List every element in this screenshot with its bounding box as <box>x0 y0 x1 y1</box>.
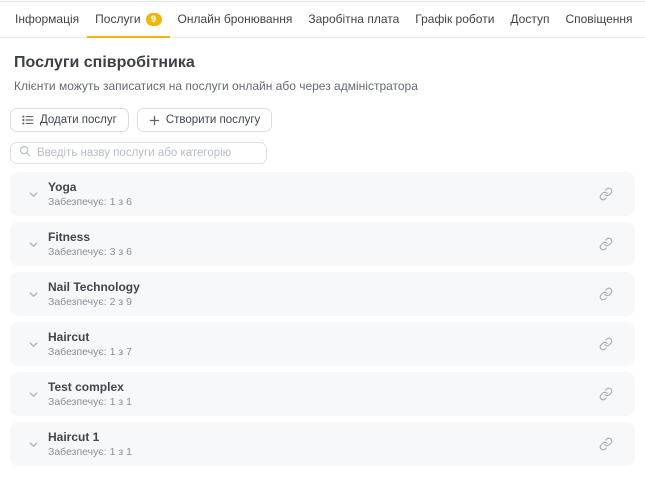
service-list: Yoga Забезпечує: 1 з 6 Fitness Забезпечу… <box>10 172 635 466</box>
page-title: Послуги співробітника <box>14 54 635 72</box>
tab-services[interactable]: Послуги 9 <box>87 2 169 38</box>
service-name: Nail Technology <box>48 280 599 294</box>
tab-notifications[interactable]: Сповіщення <box>557 2 640 38</box>
chevron-down-icon[interactable] <box>28 339 39 350</box>
service-name: Fitness <box>48 230 599 244</box>
content-area: Послуги співробітника Клієнти можуть зап… <box>0 38 645 466</box>
service-search <box>10 142 267 164</box>
link-icon[interactable] <box>599 287 613 301</box>
link-icon[interactable] <box>599 437 613 451</box>
service-row-fitness[interactable]: Fitness Забезпечує: 3 з 6 <box>10 222 635 266</box>
service-provided: Забезпечує: 2 з 9 <box>48 297 599 309</box>
service-provided: Забезпечує: 1 з 6 <box>48 197 599 209</box>
toolbar: Додати послуг Створити послугу <box>10 108 635 132</box>
add-services-button[interactable]: Додати послуг <box>10 108 129 132</box>
link-icon[interactable] <box>599 337 613 351</box>
tab-bar: Інформація Послуги 9 Онлайн бронювання З… <box>0 2 645 38</box>
service-provided: Забезпечує: 1 з 1 <box>48 447 599 459</box>
tab-access[interactable]: Доступ <box>502 2 557 38</box>
tab-information[interactable]: Інформація <box>7 2 87 38</box>
search-icon <box>19 144 31 162</box>
service-provided: Забезпечує: 1 з 7 <box>48 347 599 359</box>
tab-salary[interactable]: Заробітна плата <box>300 2 407 38</box>
service-provided: Забезпечує: 1 з 1 <box>48 397 599 409</box>
chevron-down-icon[interactable] <box>28 389 39 400</box>
plus-icon <box>149 115 160 126</box>
list-icon <box>22 114 34 126</box>
service-row-test-complex[interactable]: Test complex Забезпечує: 1 з 1 <box>10 372 635 416</box>
chevron-down-icon[interactable] <box>28 289 39 300</box>
page-subtitle: Клієнти можуть записатися на послуги онл… <box>14 79 635 93</box>
service-name: Haircut 1 <box>48 430 599 444</box>
link-icon[interactable] <box>599 387 613 401</box>
service-row-haircut-1[interactable]: Haircut 1 Забезпечує: 1 з 1 <box>10 422 635 466</box>
services-count-badge: 9 <box>146 13 162 26</box>
link-icon[interactable] <box>599 237 613 251</box>
service-name: Test complex <box>48 380 599 394</box>
service-provided: Забезпечує: 3 з 6 <box>48 247 599 259</box>
service-name: Haircut <box>48 330 599 344</box>
service-row-nail-technology[interactable]: Nail Technology Забезпечує: 2 з 9 <box>10 272 635 316</box>
tab-settings[interactable]: Налаштування <box>641 2 645 38</box>
chevron-down-icon[interactable] <box>28 439 39 450</box>
chevron-down-icon[interactable] <box>28 189 39 200</box>
service-name: Yoga <box>48 180 599 194</box>
create-service-button[interactable]: Створити послугу <box>137 108 272 132</box>
link-icon[interactable] <box>599 187 613 201</box>
service-row-haircut[interactable]: Haircut Забезпечує: 1 з 7 <box>10 322 635 366</box>
search-input[interactable] <box>37 147 258 159</box>
chevron-down-icon[interactable] <box>28 239 39 250</box>
service-row-yoga[interactable]: Yoga Забезпечує: 1 з 6 <box>10 172 635 216</box>
tab-work-schedule[interactable]: Графік роботи <box>407 2 502 38</box>
tab-online-booking[interactable]: Онлайн бронювання <box>170 2 301 38</box>
